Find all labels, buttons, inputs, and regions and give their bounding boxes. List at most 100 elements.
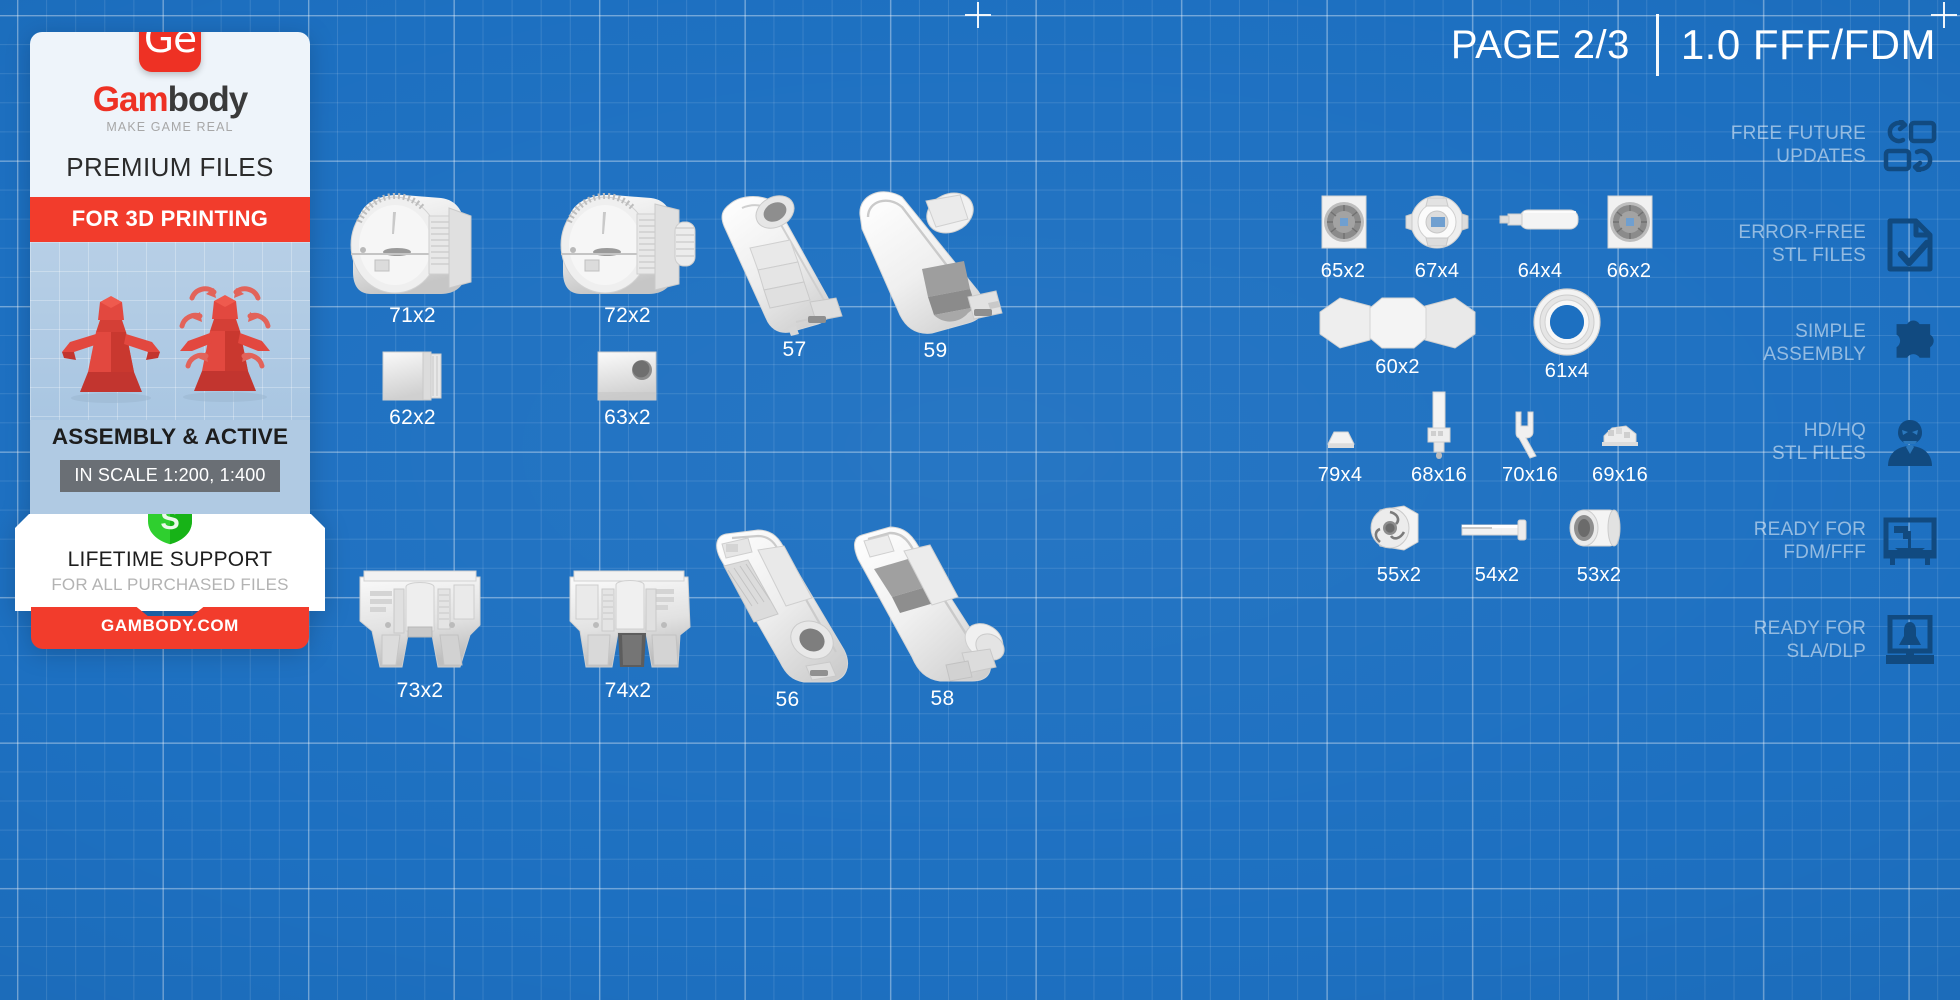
gambody-promo-card: Ge Gambody MAKE GAME REAL PREMIUM FILES … — [30, 32, 310, 649]
brand-tagline: MAKE GAME REAL — [106, 120, 234, 134]
part-69x16: 69x16 — [1578, 410, 1662, 487]
feature-label: SIMPLE ASSEMBLY — [1763, 321, 1866, 365]
part-63x2: 63x2 — [570, 348, 685, 430]
brand-name-red: Gam — [92, 80, 169, 119]
scale-row: IN SCALE 1:200, 1:400 — [30, 460, 310, 514]
part-thumbnail — [1392, 388, 1486, 462]
part-thumbnail — [1490, 190, 1590, 258]
part-70x16: 70x16 — [1488, 406, 1572, 487]
part-71x2: 71x2 — [345, 190, 480, 328]
part-label: 61x4 — [1544, 360, 1590, 382]
part-thumbnail — [1550, 496, 1648, 562]
part-thumbnail — [355, 348, 470, 404]
page-number: PAGE 2/3 — [1450, 22, 1630, 67]
document-check-icon — [1882, 217, 1938, 273]
part-label: 71x2 — [389, 304, 436, 327]
page-header: PAGE 2/3 1.0 FFF/FDM — [1451, 14, 1942, 76]
part-label: 79x4 — [1317, 464, 1363, 486]
part-label: 69x16 — [1592, 464, 1648, 486]
fdm-printer-icon — [1882, 514, 1938, 570]
part-56: 56 — [700, 528, 875, 712]
part-label: 56 — [775, 688, 800, 711]
part-label: 67x4 — [1414, 260, 1460, 282]
part-thumbnail — [700, 528, 875, 686]
feature-list: FREE FUTURE UPDATES ERROR-FREE STL FILES S… — [1698, 96, 1938, 690]
feature-simple-assembly: SIMPLE ASSEMBLY — [1698, 294, 1938, 393]
part-62x2: 62x2 — [355, 348, 470, 430]
part-54x2: 54x2 — [1448, 500, 1546, 587]
part-thumbnail — [1448, 500, 1546, 562]
part-thumbnail — [1350, 500, 1448, 562]
version-box: 1.0 FFF/FDM — [1655, 14, 1942, 76]
part-59: 59 — [848, 185, 1023, 363]
part-thumbnail — [570, 348, 685, 404]
feature-label: FREE FUTURE UPDATES — [1730, 123, 1866, 167]
part-65x2: 65x2 — [1300, 190, 1386, 283]
brand-name-dark: body — [167, 80, 249, 119]
lifetime-support-panel: S LIFETIME SUPPORT FOR ALL PURCHASED FIL… — [15, 514, 325, 611]
part-thumbnail — [850, 525, 1035, 685]
part-53x2: 53x2 — [1550, 496, 1648, 587]
part-68x16: 68x16 — [1392, 388, 1486, 487]
part-61x4: 61x4 — [1512, 286, 1622, 383]
part-thumbnail — [1310, 292, 1485, 354]
part-74x2: 74x2 — [548, 565, 708, 703]
assembly-active-title: ASSEMBLY & ACTIVE — [30, 420, 310, 460]
part-66x2: 66x2 — [1586, 190, 1672, 283]
assembly-illustration — [30, 242, 310, 420]
part-label: 53x2 — [1576, 564, 1622, 586]
part-label: 54x2 — [1474, 564, 1520, 586]
part-thumbnail — [1578, 410, 1662, 462]
feature-label: READY FOR FDM/FFF — [1753, 519, 1866, 563]
part-79x4: 79x4 — [1300, 418, 1380, 487]
part-label: 58 — [930, 687, 955, 710]
feature-error-free-stl: ERROR-FREE STL FILES — [1698, 195, 1938, 294]
part-58: 58 — [850, 525, 1035, 711]
part-thumbnail — [848, 185, 1023, 337]
articulated-figure-icon — [162, 264, 288, 404]
part-thumbnail — [1586, 190, 1672, 258]
part-thumbnail — [340, 565, 500, 677]
part-thumbnail — [548, 565, 708, 677]
scale-badge: IN SCALE 1:200, 1:400 — [60, 460, 280, 492]
part-64x4: 64x4 — [1490, 190, 1590, 283]
feature-free-future-updates: FREE FUTURE UPDATES — [1698, 96, 1938, 195]
gambody-logo-icon: Ge — [139, 32, 201, 72]
part-label: 65x2 — [1320, 260, 1366, 282]
brand-name: Gambody — [30, 82, 310, 117]
gambody-site-tab[interactable]: GAMBODY.COM — [31, 607, 309, 649]
part-60x2: 60x2 — [1310, 292, 1485, 379]
feature-label: ERROR-FREE STL FILES — [1738, 222, 1866, 266]
part-label: 68x16 — [1411, 464, 1467, 486]
part-thumbnail — [1300, 418, 1380, 462]
feature-hd-hq-stl: HD/HQ STL FILES — [1698, 393, 1938, 492]
part-label: 66x2 — [1606, 260, 1652, 282]
promo-card-body: Ge Gambody MAKE GAME REAL PREMIUM FILES … — [30, 32, 310, 514]
part-label: 72x2 — [604, 304, 651, 327]
part-label: 64x4 — [1517, 260, 1563, 282]
sla-printer-icon — [1882, 613, 1938, 669]
part-72x2: 72x2 — [555, 190, 700, 328]
part-label: 70x16 — [1502, 464, 1558, 486]
part-67x4: 67x4 — [1394, 190, 1480, 283]
refresh-squares-icon — [1882, 118, 1938, 174]
part-label: 59 — [923, 339, 948, 362]
premium-files-title: PREMIUM FILES — [66, 152, 274, 182]
part-73x2: 73x2 — [340, 565, 500, 703]
part-thumbnail — [345, 190, 480, 302]
part-label: 73x2 — [396, 679, 444, 702]
version-label: 1.0 FFF/FDM — [1680, 21, 1936, 68]
static-figure-icon — [56, 276, 166, 404]
part-thumbnail — [1512, 286, 1622, 358]
part-thumbnail — [555, 190, 700, 302]
part-label: 62x2 — [389, 406, 436, 429]
part-55x2: 55x2 — [1350, 500, 1448, 587]
hd-bust-icon — [1882, 415, 1938, 471]
support-subtitle: FOR ALL PURCHASED FILES — [51, 575, 289, 594]
feature-ready-sla-dlp: READY FOR SLA/DLP — [1698, 591, 1938, 690]
part-thumbnail — [1488, 406, 1572, 462]
feature-label: READY FOR SLA/DLP — [1753, 618, 1866, 662]
puzzle-piece-icon — [1882, 316, 1938, 372]
feature-ready-fdm-fff: READY FOR FDM/FFF — [1698, 492, 1938, 591]
part-label: 55x2 — [1376, 564, 1422, 586]
